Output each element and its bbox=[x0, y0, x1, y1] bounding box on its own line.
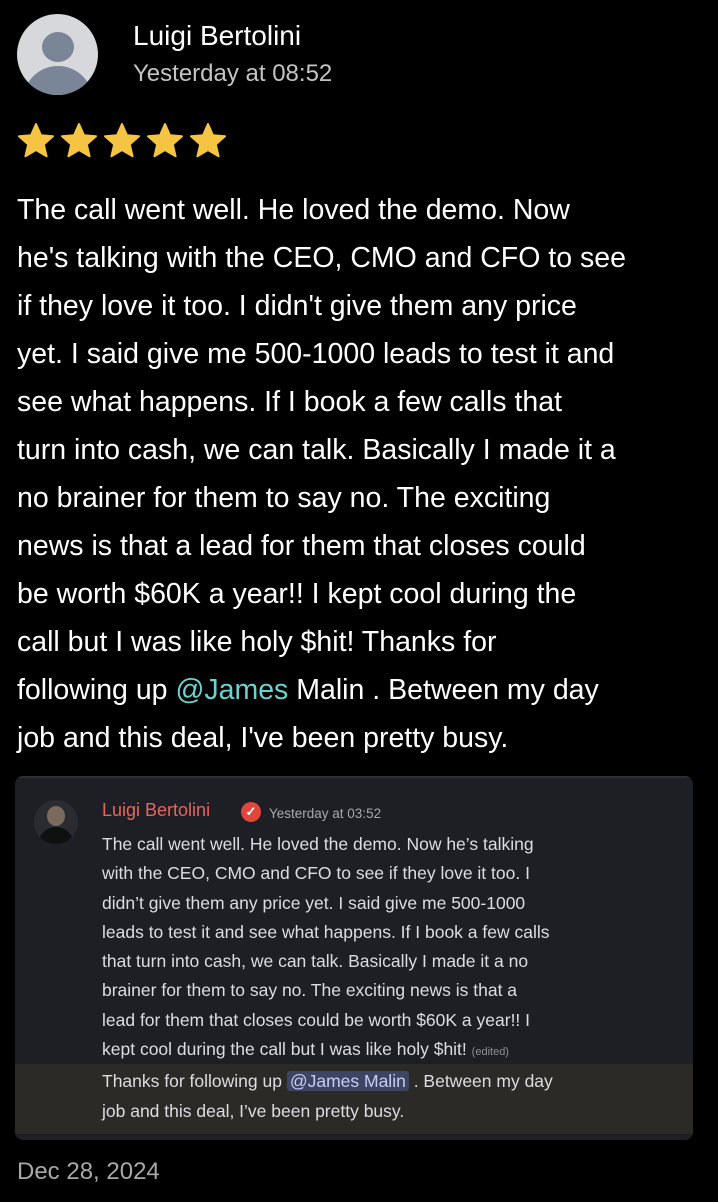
embed-line: brainer for them to say no. The exciting… bbox=[102, 980, 518, 1001]
review-line: call but I was like holy $hit! Thanks fo… bbox=[17, 626, 497, 658]
embed-message-body: The call went well. He loved the demo. N… bbox=[102, 830, 672, 1126]
review-line-text: Malin . Between my day bbox=[288, 674, 599, 706]
embed-line: didn’t give them any price yet. I said g… bbox=[102, 892, 526, 913]
embed-line: leads to test it and see what happens. I… bbox=[102, 921, 550, 942]
avatar-head-shape bbox=[42, 32, 74, 62]
embed-line: The call went well. He loved the demo. N… bbox=[102, 834, 534, 854]
embed-line: lead for them that closes could be worth… bbox=[102, 1009, 531, 1030]
embed-line-text: Thanks for following up bbox=[102, 1071, 287, 1092]
review-line: he's talking with the CEO, CMO and CFO t… bbox=[17, 242, 626, 274]
embed-line: that turn into cash, we can talk. Basica… bbox=[102, 951, 529, 972]
embed-timestamp: Yesterday at 03:52 bbox=[269, 806, 382, 821]
embed-avatar-head-shape bbox=[47, 806, 65, 826]
star-rating bbox=[17, 122, 227, 160]
review-line: following up @James Malin . Between my d… bbox=[17, 666, 707, 714]
embed-line: job and this deal, I’ve been pretty busy… bbox=[102, 1100, 405, 1121]
user-mention-link[interactable]: @James bbox=[175, 674, 288, 706]
review-line: if they love it too. I didn't give them … bbox=[17, 290, 577, 322]
review-line: be worth $60K a year!! I kept cool durin… bbox=[17, 578, 577, 610]
star-icon bbox=[190, 123, 226, 158]
author-name[interactable]: Luigi Bertolini bbox=[133, 20, 301, 52]
review-line: turn into cash, we can talk. Basically I… bbox=[17, 434, 616, 466]
embed-line: kept cool during the call but I was like… bbox=[102, 1035, 672, 1067]
edited-tag: (edited) bbox=[471, 1046, 509, 1059]
review-line: see what happens. If I book a few calls … bbox=[17, 386, 562, 418]
review-line: The call went well. He loved the demo. N… bbox=[17, 194, 570, 226]
review-text: The call went well. He loved the demo. N… bbox=[17, 186, 707, 762]
review-line: news is that a lead for them that closes… bbox=[17, 530, 586, 562]
review-timestamp: Yesterday at 08:52 bbox=[133, 60, 333, 87]
embed-line: Thanks for following up @James Malin . B… bbox=[102, 1067, 672, 1096]
divider bbox=[15, 776, 693, 778]
star-icon bbox=[61, 123, 97, 158]
embed-author-name: Luigi Bertolini bbox=[102, 800, 211, 820]
star-icon bbox=[18, 123, 54, 158]
embed-avatar-body-shape bbox=[38, 827, 74, 844]
review-line-text: following up bbox=[17, 674, 176, 706]
embedded-screenshot: Luigi Bertolini ✓ Yesterday at 03:52 The… bbox=[15, 776, 693, 1140]
review-header: Luigi Bertolini Yesterday at 08:52 bbox=[17, 14, 697, 96]
review-line: job and this deal, I've been pretty busy… bbox=[17, 722, 509, 754]
avatar-torso-shape bbox=[23, 66, 93, 95]
avatar[interactable] bbox=[17, 14, 98, 95]
embed-avatar bbox=[34, 800, 78, 844]
star-icon bbox=[104, 123, 140, 158]
review-line: no brainer for them to say no. The excit… bbox=[17, 482, 551, 514]
embed-user-mention: @James Malin bbox=[286, 1071, 409, 1092]
star-icon bbox=[147, 123, 183, 158]
review-line: yet. I said give me 500-1000 leads to te… bbox=[17, 338, 615, 370]
embed-line: with the CEO, CMO and CFO to see if they… bbox=[102, 863, 530, 884]
review-date: Dec 28, 2024 bbox=[17, 1158, 160, 1185]
embed-line-text: . Between my day bbox=[408, 1071, 553, 1092]
verified-badge-icon: ✓ bbox=[241, 802, 261, 822]
embed-line-text: kept cool during the call but I was like… bbox=[102, 1039, 467, 1060]
